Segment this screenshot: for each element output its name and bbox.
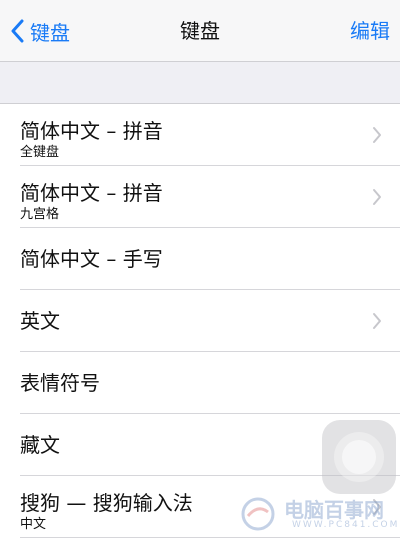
keyboard-row-handwriting[interactable]: 简体中文 – 手写 bbox=[0, 228, 400, 290]
edit-button[interactable]: 编辑 bbox=[350, 0, 390, 62]
keyboard-row-title: 藏文 bbox=[20, 433, 60, 457]
chevron-right-icon bbox=[373, 499, 381, 515]
keyboard-row-subtitle: 九宫格 bbox=[20, 207, 60, 222]
navigation-bar: 键盘 键盘 编辑 bbox=[0, 0, 400, 62]
assistive-touch-inner-ring bbox=[342, 440, 376, 474]
keyboard-row-title: 表情符号 bbox=[20, 371, 100, 395]
section-header-gap bbox=[0, 62, 400, 104]
assistive-touch-icon[interactable] bbox=[322, 420, 396, 494]
keyboard-row-title: 搜狗 — 搜狗输入法 bbox=[20, 491, 193, 515]
keyboard-row-title: 英文 bbox=[20, 309, 60, 333]
back-button-label: 键盘 bbox=[30, 20, 70, 45]
keyboard-row-english[interactable]: 英文 bbox=[0, 290, 400, 352]
keyboard-row-pinyin-9key[interactable]: 简体中文 – 拼音 九宫格 bbox=[0, 166, 400, 228]
keyboard-row-title: 简体中文 – 拼音 bbox=[20, 181, 163, 205]
back-button[interactable]: 键盘 bbox=[10, 0, 70, 62]
chevron-right-icon bbox=[373, 127, 381, 143]
keyboard-row-pinyin-qwerty[interactable]: 简体中文 – 拼音 全键盘 bbox=[0, 104, 400, 166]
keyboard-row-emoji[interactable]: 表情符号 bbox=[0, 352, 400, 414]
chevron-right-icon bbox=[373, 189, 381, 205]
keyboard-row-subtitle: 全键盘 bbox=[20, 145, 60, 160]
keyboard-row-title: 简体中文 – 拼音 bbox=[20, 119, 163, 143]
chevron-right-icon bbox=[373, 313, 381, 329]
keyboard-row-title: 简体中文 – 手写 bbox=[20, 247, 163, 271]
chevron-left-icon bbox=[11, 19, 24, 43]
keyboard-row-subtitle: 中文 bbox=[20, 517, 47, 532]
